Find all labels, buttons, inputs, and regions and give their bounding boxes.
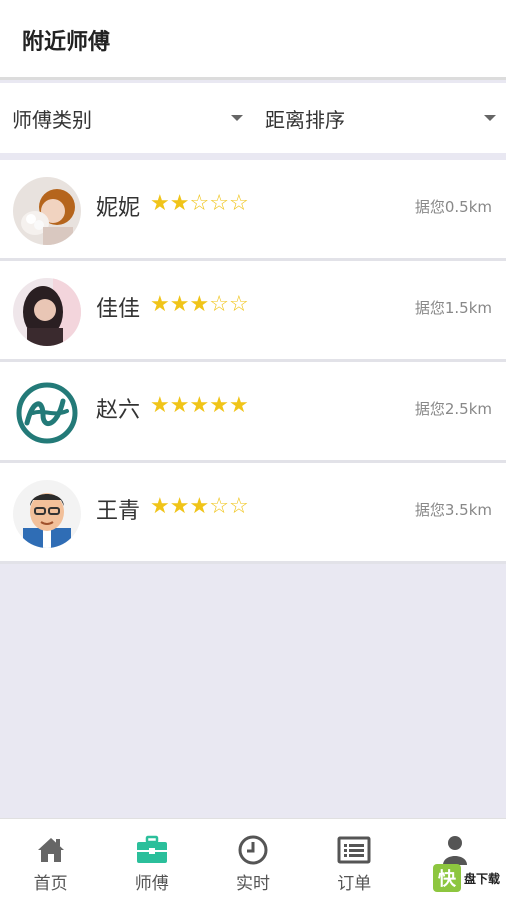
master-name: 佳佳 — [96, 297, 141, 322]
tab-masters[interactable]: 师傅 — [101, 819, 202, 900]
app-header: 附近师傅 — [0, 0, 506, 80]
toolbox-icon — [136, 835, 167, 863]
watermark-text: 盘下载 — [463, 871, 500, 886]
master-list-item[interactable]: 赵六 ★★★★★ 据您2.5km — [0, 362, 506, 463]
master-name: 赵六 — [96, 398, 141, 423]
rating-stars: ★★★☆☆ — [150, 493, 249, 521]
star-filled-icon: ★ — [189, 292, 210, 317]
star-filled-icon: ★ — [150, 292, 170, 317]
category-filter-label: 师傅类别 — [12, 107, 92, 132]
category-filter-dropdown[interactable]: 师傅类别 — [0, 83, 253, 153]
star-empty-icon: ☆ — [209, 292, 229, 317]
distance-text: 据您1.5km — [414, 299, 492, 317]
distance-sort-dropdown[interactable]: 距离排序 — [253, 83, 506, 153]
tab-home[interactable]: 首页 — [0, 819, 101, 900]
distance-sort-label: 距离排序 — [265, 107, 345, 132]
watermark-logo: 快 — [432, 864, 461, 892]
star-empty-icon: ☆ — [189, 191, 210, 216]
filter-bar: 师傅类别 距离排序 — [0, 83, 506, 153]
distance-text: 据您3.5km — [414, 501, 492, 519]
star-filled-icon: ★ — [228, 393, 249, 418]
star-empty-icon: ☆ — [228, 292, 249, 317]
star-filled-icon: ★ — [169, 292, 190, 317]
tab-label: 师傅 — [134, 874, 169, 894]
star-filled-icon: ★ — [150, 393, 170, 418]
tab-label: 首页 — [33, 874, 68, 894]
distance-text: 据您2.5km — [414, 400, 492, 418]
star-filled-icon: ★ — [169, 191, 190, 216]
avatar — [13, 278, 81, 346]
tab-label: 实时 — [236, 874, 270, 894]
star-empty-icon: ☆ — [209, 191, 229, 216]
tab-orders[interactable]: 订单 — [304, 819, 405, 900]
rating-stars: ★★★☆☆ — [150, 291, 249, 319]
master-list-item[interactable]: 佳佳 ★★★☆☆ 据您1.5km — [0, 261, 506, 362]
star-filled-icon: ★ — [189, 393, 210, 418]
avatar — [13, 177, 81, 245]
star-filled-icon: ★ — [150, 191, 170, 216]
home-icon — [37, 838, 64, 862]
list-icon — [337, 836, 371, 864]
master-name: 王青 — [96, 499, 141, 524]
caret-down-icon — [484, 115, 496, 121]
page-title: 附近师傅 — [22, 30, 111, 55]
master-list: 妮妮 ★★☆☆☆ 据您0.5km 佳佳 ★★★☆☆ 据您1.5km 赵六 ★★★… — [0, 160, 506, 564]
watermark: 快 盘下载 — [432, 864, 500, 892]
master-list-item[interactable]: 王青 ★★★☆☆ 据您3.5km — [0, 463, 506, 564]
user-icon — [443, 836, 468, 865]
rating-stars: ★★★★★ — [150, 392, 249, 420]
tab-label: 订单 — [337, 874, 372, 894]
star-filled-icon: ★ — [150, 494, 170, 519]
star-filled-icon: ★ — [169, 494, 190, 519]
bottom-tab-bar: 首页 师傅 实时 订单 — [0, 818, 506, 900]
star-filled-icon: ★ — [209, 393, 229, 418]
distance-text: 据您0.5km — [414, 198, 492, 216]
avatar — [13, 379, 81, 447]
rating-stars: ★★☆☆☆ — [150, 190, 249, 218]
star-filled-icon: ★ — [189, 494, 210, 519]
avatar — [13, 480, 81, 548]
master-name: 妮妮 — [96, 196, 141, 221]
clock-icon — [238, 835, 268, 865]
master-list-item[interactable]: 妮妮 ★★☆☆☆ 据您0.5km — [0, 160, 506, 261]
star-empty-icon: ☆ — [228, 191, 249, 216]
tab-realtime[interactable]: 实时 — [202, 819, 303, 900]
star-empty-icon: ☆ — [228, 494, 249, 519]
star-filled-icon: ★ — [169, 393, 190, 418]
star-empty-icon: ☆ — [209, 494, 229, 519]
caret-down-icon — [231, 115, 243, 121]
